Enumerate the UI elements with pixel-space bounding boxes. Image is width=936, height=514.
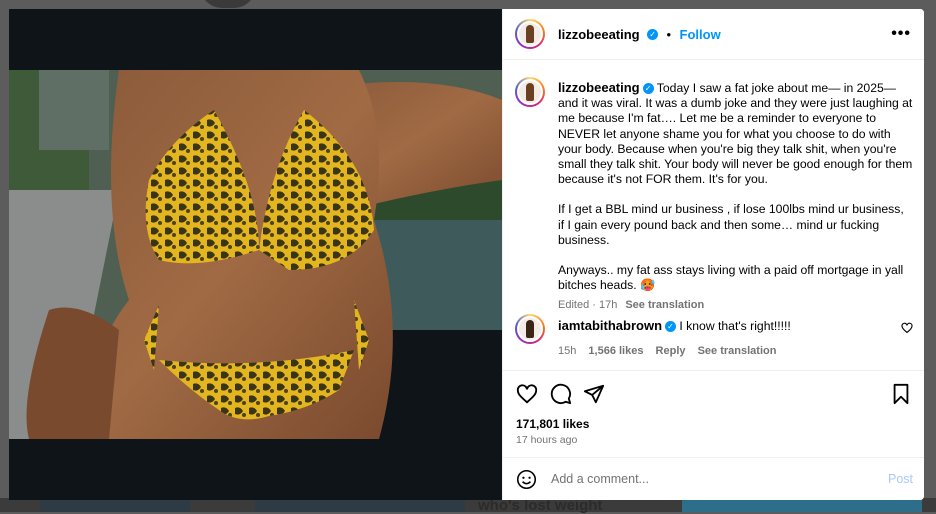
- author-username[interactable]: lizzobeeating: [558, 27, 640, 42]
- post-timestamp[interactable]: 17 hours ago: [516, 434, 577, 446]
- background-avatar: [200, 0, 256, 8]
- commenter-avatar[interactable]: [515, 314, 545, 344]
- verified-badge-icon: ✓: [642, 83, 654, 95]
- caption-text: Today I saw a fat joke about me— in 2025…: [558, 81, 913, 187]
- more-horizontal-icon[interactable]: •••: [891, 26, 911, 42]
- caption-paragraph: lizzobeeating ✓ Today I saw a fat joke ab…: [558, 80, 913, 187]
- verified-badge-icon: ✓: [647, 29, 659, 41]
- caption-paragraph: Anyways.. my fat ass stays living with a…: [558, 263, 904, 293]
- comment-likes-link[interactable]: 1,566 likes: [588, 345, 643, 357]
- save-bookmark-icon[interactable]: [890, 383, 912, 405]
- post-actions: [503, 370, 924, 421]
- post-photo: [9, 70, 502, 439]
- post-header: lizzobeeating ✓ • Follow •••: [503, 9, 924, 60]
- background-card: [255, 499, 465, 512]
- likes-count[interactable]: 171,801 likes: [516, 417, 589, 431]
- background-card: [682, 499, 922, 512]
- separator-dot: •: [666, 27, 672, 42]
- header-author-line: lizzobeeating ✓ • Follow: [558, 26, 721, 44]
- share-paper-plane-icon[interactable]: [583, 383, 605, 405]
- background-card: [40, 499, 190, 512]
- emoji-smiley-icon[interactable]: [516, 469, 537, 490]
- comment-item: iamtabithabrown ✓ I know that's right!!!!…: [558, 318, 898, 357]
- author-avatar[interactable]: [515, 19, 545, 49]
- caption-meta: Edited · 17h See translation: [558, 298, 913, 313]
- post-caption: lizzobeeating ✓ Today I saw a fat joke ab…: [558, 80, 913, 314]
- caption-author-avatar[interactable]: [515, 77, 545, 107]
- comment-age: 15h: [558, 345, 577, 357]
- post-comment-button[interactable]: Post: [888, 472, 913, 486]
- add-comment-input[interactable]: [549, 471, 853, 487]
- comment-like-heart-icon[interactable]: [901, 322, 913, 334]
- post-media[interactable]: [9, 9, 502, 500]
- verified-badge-icon: ✓: [665, 321, 677, 333]
- add-comment-bar: Post: [503, 457, 924, 500]
- edited-timestamp: Edited · 17h: [558, 299, 618, 312]
- caption-author-username[interactable]: lizzobeeating: [558, 80, 640, 95]
- commenter-username[interactable]: iamtabithabrown: [558, 318, 662, 333]
- comment-bubble-icon[interactable]: [550, 383, 572, 405]
- post-modal: lizzobeeating ✓ • Follow ••• lizzobeeati…: [9, 9, 924, 500]
- comment-text: I know that's right!!!!!: [679, 319, 791, 333]
- comment-meta: 15h 1,566 likes Reply See translation: [558, 345, 898, 357]
- comment-see-translation-link[interactable]: See translation: [698, 345, 777, 357]
- caption-paragraph: If I get a BBL mind ur business , if los…: [558, 202, 904, 247]
- like-heart-icon[interactable]: [516, 383, 538, 405]
- follow-button[interactable]: Follow: [680, 27, 721, 42]
- post-panel: lizzobeeating ✓ • Follow ••• lizzobeeati…: [502, 9, 924, 500]
- see-translation-link[interactable]: See translation: [625, 299, 704, 311]
- reply-button[interactable]: Reply: [656, 345, 686, 357]
